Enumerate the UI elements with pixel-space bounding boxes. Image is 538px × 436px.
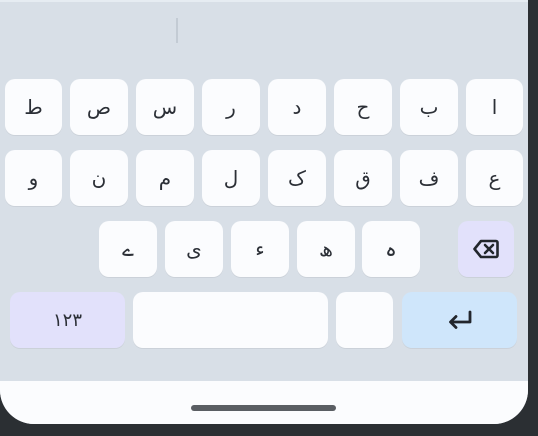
blank-key[interactable]	[336, 292, 393, 348]
numbers-key[interactable]: ١٢٣	[10, 292, 125, 348]
key-kaaf[interactable]: ک	[268, 150, 326, 206]
gesture-handle[interactable]	[191, 405, 336, 411]
key-saad[interactable]: ص	[70, 79, 128, 135]
key-noon[interactable]: ن	[70, 150, 128, 206]
key-seen[interactable]: س	[136, 79, 194, 135]
key-gol-he[interactable]: ہ	[362, 221, 420, 277]
key-ra[interactable]: ر	[202, 79, 260, 135]
backspace-key[interactable]	[458, 221, 514, 277]
text-cursor	[176, 18, 178, 43]
space-key[interactable]	[133, 292, 328, 348]
enter-key[interactable]	[402, 292, 517, 348]
key-ba[interactable]: ب	[400, 79, 458, 135]
key-alif[interactable]: ا	[466, 79, 523, 135]
key-taa[interactable]: ط	[5, 79, 62, 135]
key-waw[interactable]: و	[5, 150, 62, 206]
key-do-chashmi-he[interactable]: ھ	[297, 221, 355, 277]
key-fa[interactable]: ف	[400, 150, 458, 206]
key-qaaf[interactable]: ق	[334, 150, 392, 206]
key-hamza[interactable]: ء	[231, 221, 289, 277]
top-bar	[0, 0, 528, 2]
navigation-bar	[0, 381, 528, 424]
key-dal[interactable]: د	[268, 79, 326, 135]
keyboard-screen: ط ص س ر د ح ب ا و ن م ل ک ق ف ع ے ی ء ھ …	[0, 0, 528, 424]
key-meem[interactable]: م	[136, 150, 194, 206]
backspace-icon	[473, 239, 499, 259]
enter-icon	[448, 310, 471, 329]
key-haa[interactable]: ح	[334, 79, 392, 135]
key-ye[interactable]: ی	[165, 221, 223, 277]
key-laam[interactable]: ل	[202, 150, 260, 206]
key-ain[interactable]: ع	[466, 150, 523, 206]
key-bari-ye[interactable]: ے	[99, 221, 157, 277]
